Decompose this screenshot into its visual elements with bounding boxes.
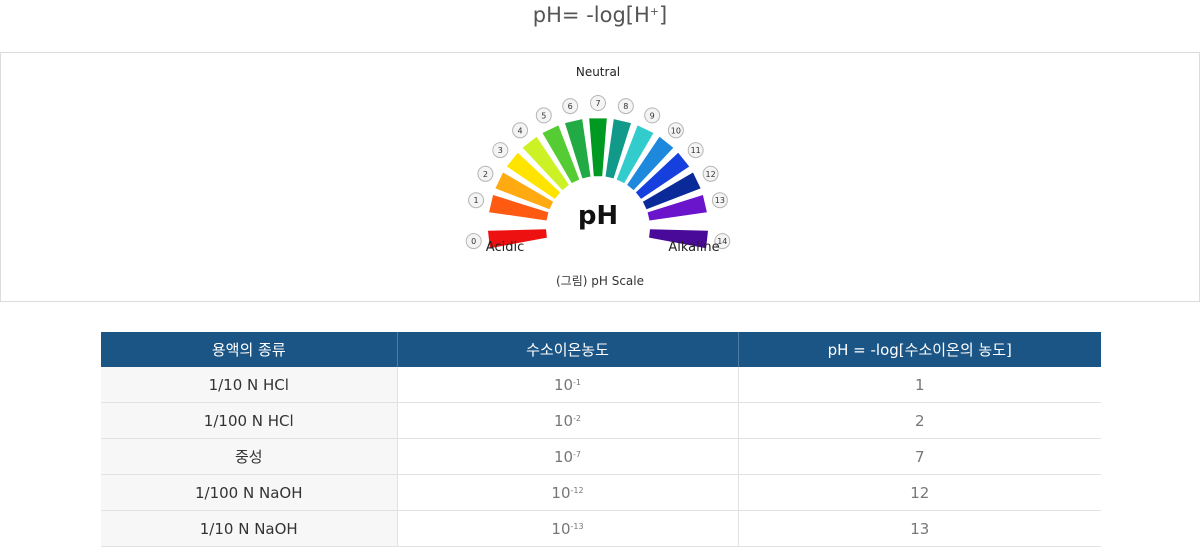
concentration-cell: 10-12 xyxy=(397,474,739,511)
header-solution-type: 용액의 종류 xyxy=(101,332,398,367)
ph-cell: 2 xyxy=(738,402,1101,439)
table-row: 1/100 N NaOH 10-12 12 xyxy=(101,474,1101,511)
table-row: 1/10 N NaOH 10-13 13 xyxy=(101,510,1101,547)
concentration-exponent: -1 xyxy=(573,377,582,387)
ph-number-1: 1 xyxy=(474,196,479,205)
ph-number-10: 10 xyxy=(671,126,681,135)
ph-cell: 7 xyxy=(738,438,1101,475)
concentration-cell: 10-2 xyxy=(397,402,739,439)
solution-type-cell: 1/100 N NaOH xyxy=(101,474,398,511)
ph-number-8: 8 xyxy=(623,102,628,111)
table-row: 중성 10-7 7 xyxy=(101,438,1101,475)
ph-cell: 13 xyxy=(738,510,1101,547)
ph-number-9: 9 xyxy=(650,111,655,120)
ph-scale-figure: 0 1 2 3 4 5 6 7 8 9 10 11 12 13 14 pH Neutral Acidic A… xyxy=(0,52,1200,302)
concentration-cell: 10-1 xyxy=(397,367,739,403)
ph-cell: 12 xyxy=(738,474,1101,511)
figure-caption: (그림) pH Scale xyxy=(556,274,644,288)
concentration-cell: 10-7 xyxy=(397,438,739,475)
ph-table: 용액의 종류 수소이온농도 pH = -log[수소이온의 농도] 1/10 N… xyxy=(101,332,1101,547)
solution-type-cell: 중성 xyxy=(101,438,398,475)
concentration-exponent: -12 xyxy=(570,485,584,495)
concentration-exponent: -2 xyxy=(573,413,582,423)
solution-type-cell: 1/10 N NaOH xyxy=(101,510,398,547)
formula-text: pH= -log[H xyxy=(532,3,650,27)
solution-type-cell: 1/100 N HCl xyxy=(101,402,398,439)
table-header-row: 용액의 종류 수소이온농도 pH = -log[수소이온의 농도] xyxy=(101,332,1101,367)
ph-cell: 1 xyxy=(738,367,1101,403)
alkaline-label: Alkaline xyxy=(668,240,719,255)
solution-type-cell: 1/10 N HCl xyxy=(101,367,398,403)
ph-scale-diagram: 0123456 7 891011121314 pH Neutral Acidic A… xyxy=(465,65,731,255)
neutral-label: Neutral xyxy=(576,65,620,79)
header-hydrogen-concentration: 수소이온농도 xyxy=(397,332,739,367)
concentration-base: 10 xyxy=(551,519,571,538)
ph-number-13: 13 xyxy=(715,196,725,205)
ph-number-3: 3 xyxy=(498,146,503,155)
center-ph-label: pH xyxy=(578,201,618,231)
ph-segment-7 xyxy=(589,118,607,177)
ph-number-0: 0 xyxy=(471,237,476,246)
concentration-base: 10 xyxy=(553,375,574,394)
concentration-cell: 10-13 xyxy=(397,510,739,547)
ph-number-11: 11 xyxy=(691,146,701,155)
concentration-exponent: -7 xyxy=(573,449,582,459)
formula-close: ] xyxy=(658,3,668,27)
ph-number-7: 7 xyxy=(595,99,600,108)
ph-formula: pH= -log[H+] xyxy=(0,0,1200,28)
concentration-base: 10 xyxy=(553,447,574,466)
concentration-base: 10 xyxy=(551,483,571,502)
table-row: 1/100 N HCl 10-2 2 xyxy=(101,402,1101,439)
ph-number-4: 4 xyxy=(518,126,523,135)
ph-number-2: 2 xyxy=(483,170,488,179)
header-ph-value: pH = -log[수소이온의 농도] xyxy=(738,332,1101,367)
table-row: 1/10 N HCl 10-1 1 xyxy=(101,367,1101,403)
concentration-exponent: -13 xyxy=(570,521,584,531)
ph-number-6: 6 xyxy=(568,102,573,111)
ph-number-12: 12 xyxy=(706,170,716,179)
acidic-label: Acidic xyxy=(486,240,524,255)
ph-number-5: 5 xyxy=(541,111,546,120)
formula-superscript: + xyxy=(649,5,659,18)
concentration-base: 10 xyxy=(553,411,574,430)
